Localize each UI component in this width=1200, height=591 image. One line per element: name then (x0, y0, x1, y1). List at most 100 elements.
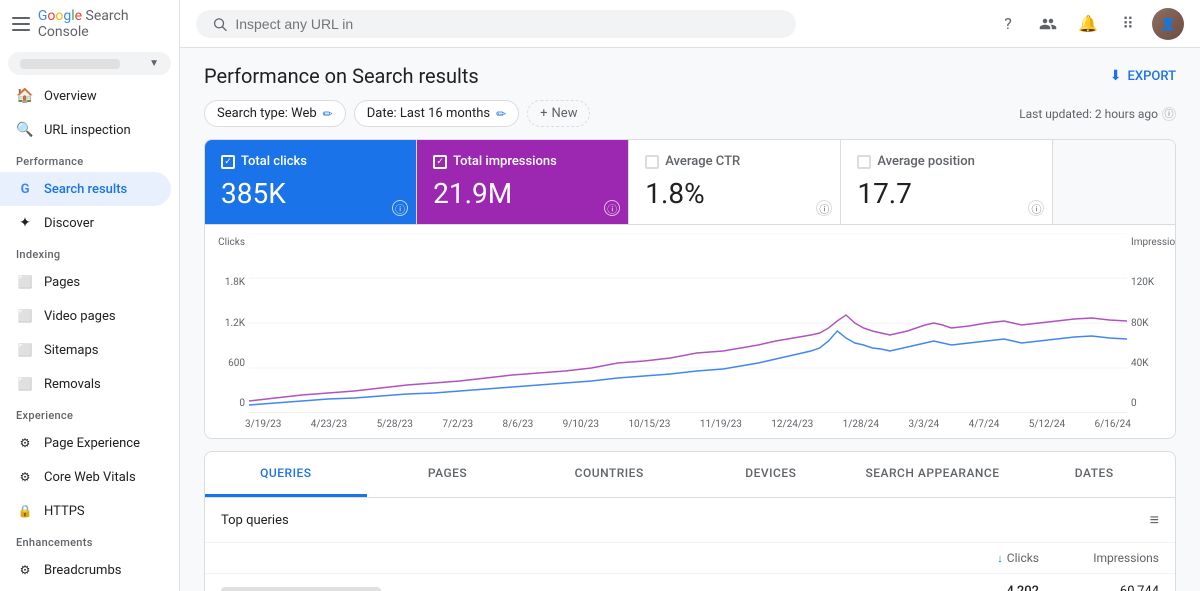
table-row[interactable]: 4,202 60,744 (205, 574, 1175, 591)
sidebar-item-overview[interactable]: 🏠 Overview (0, 79, 171, 113)
sidebar-item-search-results[interactable]: G Search results (0, 172, 171, 206)
notifications-icon[interactable]: 🔔 (1072, 8, 1104, 40)
metric-empty (1053, 140, 1175, 224)
y-left-4: 0 (213, 398, 245, 409)
table-title: Top queries (221, 513, 289, 528)
search-bar[interactable] (196, 10, 796, 38)
sidebar-item-breadcrumbs[interactable]: ⚙ Breadcrumbs (0, 553, 171, 587)
sidebar-item-label: Overview (44, 89, 97, 104)
page-experience-icon: ⚙ (16, 434, 34, 452)
metric-label-impressions: Total impressions (453, 154, 557, 169)
y-right-3: 40K (1131, 358, 1167, 369)
info-icon-impressions[interactable]: ⓘ (604, 200, 620, 216)
edit-icon: ✏ (496, 107, 506, 121)
metric-total-impressions: Total impressions 21.9M ⓘ (417, 140, 629, 224)
filter-label: Date: Last 16 months (367, 106, 490, 121)
sidebar-item-label: Discover (44, 216, 94, 231)
y-right-1: 120K (1131, 277, 1167, 288)
sidebar-item-sitemaps[interactable]: ⬜ Sitemaps (0, 333, 171, 367)
last-updated-text: Last updated: 2 hours ago (1019, 107, 1158, 121)
section-label-enhancements: Enhancements (0, 528, 179, 553)
metric-checkbox-impressions[interactable] (433, 155, 447, 169)
row-clicks: 4,202 (919, 584, 1039, 591)
row-impressions: 60,744 (1039, 584, 1159, 591)
new-label: New (552, 106, 578, 121)
sidebar-item-discover[interactable]: ✦ Discover (0, 206, 171, 240)
home-icon: 🏠 (16, 87, 34, 105)
filter-icon[interactable]: ≡ (1150, 510, 1159, 530)
sidebar-item-label: Core Web Vitals (44, 470, 136, 485)
table-col-headers: ↓ Clicks Impressions (205, 543, 1175, 574)
tab-queries[interactable]: QUERIES (205, 452, 367, 497)
x-label-4: 8/6/23 (503, 419, 534, 430)
x-label-10: 3/3/24 (908, 419, 939, 430)
sidebar-item-label: Page Experience (44, 436, 140, 451)
removals-icon: ⬜ (16, 375, 34, 393)
google-g-icon: G (16, 180, 34, 198)
metric-checkbox-clicks[interactable] (221, 155, 235, 169)
x-label-8: 12/24/23 (771, 419, 813, 430)
apps-icon[interactable]: ⠿ (1112, 8, 1144, 40)
edit-icon: ✏ (323, 107, 333, 121)
sidebar-item-url-inspection[interactable]: 🔍 URL inspection (0, 113, 171, 147)
metric-value-clicks: 385K (221, 177, 400, 210)
sidebar-item-core-web-vitals[interactable]: ⚙ Core Web Vitals (0, 460, 171, 494)
main-content: ? 🔔 ⠿ 👤 Performance on Search results ⬇ … (180, 0, 1200, 591)
date-filter[interactable]: Date: Last 16 months ✏ (354, 100, 519, 127)
metric-value-position: 17.7 (857, 177, 1036, 210)
account-management-icon[interactable] (1032, 8, 1064, 40)
sidebar-item-removals[interactable]: ⬜ Removals (0, 367, 171, 401)
metrics-row: Total clicks 385K ⓘ Total impressions 21… (205, 140, 1175, 225)
x-label-11: 4/7/24 (969, 419, 1000, 430)
hamburger-icon[interactable] (12, 17, 30, 31)
new-filter-button[interactable]: + New (527, 100, 590, 127)
sidebar-item-video-pages[interactable]: ⬜ Video pages (0, 299, 171, 333)
info-icon-position[interactable]: ⓘ (1028, 200, 1044, 216)
sidebar-item-https[interactable]: 🔒 HTTPS (0, 494, 171, 528)
x-label-12: 5/12/24 (1029, 419, 1065, 430)
sidebar-item-faq[interactable]: ⚙ FAQ (0, 587, 171, 591)
metric-checkbox-position[interactable] (857, 155, 871, 169)
y-left-title: Clicks (213, 237, 245, 248)
search-type-filter[interactable]: Search type: Web ✏ (204, 100, 346, 127)
tab-devices[interactable]: DEVICES (690, 452, 852, 497)
property-selector[interactable]: ▼ (8, 52, 171, 75)
sitemaps-icon: ⬜ (16, 341, 34, 359)
metric-avg-position: Average position 17.7 ⓘ (841, 140, 1053, 224)
content-area: Performance on Search results ⬇ EXPORT S… (180, 48, 1200, 591)
info-icon-clicks[interactable]: ⓘ (392, 200, 408, 216)
property-name (20, 59, 120, 69)
help-icon[interactable]: ? (992, 8, 1024, 40)
table-container: Top queries ≡ ↓ Clicks Impressions (204, 498, 1176, 591)
query-bar (221, 587, 381, 591)
section-label-performance: Performance (0, 147, 179, 172)
topbar-icons: ? 🔔 ⠿ 👤 (992, 8, 1184, 40)
tab-search-appearance[interactable]: SEARCH APPEARANCE (852, 452, 1014, 497)
info-icon-ctr[interactable]: ⓘ (816, 200, 832, 216)
sidebar-item-label: URL inspection (44, 123, 131, 138)
page-title: Performance on Search results (204, 64, 479, 88)
metric-checkbox-ctr[interactable] (645, 155, 659, 169)
sidebar-item-pages[interactable]: ⬜ Pages (0, 265, 171, 299)
sidebar-item-label: Removals (44, 377, 101, 392)
metric-label-position: Average position (877, 154, 975, 169)
x-label-0: 3/19/23 (245, 419, 281, 430)
export-button[interactable]: ⬇ EXPORT (1110, 68, 1176, 84)
y-right-4: 0 (1131, 398, 1167, 409)
metric-value-impressions: 21.9M (433, 177, 612, 210)
col-header-clicks[interactable]: ↓ Clicks (919, 551, 1039, 565)
x-label-2: 5/28/23 (377, 419, 413, 430)
col-header-impressions[interactable]: Impressions (1039, 551, 1159, 565)
metric-avg-ctr: Average CTR 1.8% ⓘ (629, 140, 841, 224)
col-clicks-label: Clicks (1007, 551, 1039, 565)
tab-pages[interactable]: PAGES (367, 452, 529, 497)
sidebar-item-page-experience[interactable]: ⚙ Page Experience (0, 426, 171, 460)
tab-dates[interactable]: DATES (1013, 452, 1175, 497)
url-inspect-input[interactable] (235, 16, 780, 32)
sidebar-item-label: HTTPS (44, 504, 85, 519)
avatar[interactable]: 👤 (1152, 8, 1184, 40)
metric-label-ctr: Average CTR (665, 154, 740, 169)
video-pages-icon: ⬜ (16, 307, 34, 325)
tab-countries[interactable]: COUNTRIES (528, 452, 690, 497)
metric-total-clicks: Total clicks 385K ⓘ (205, 140, 417, 224)
